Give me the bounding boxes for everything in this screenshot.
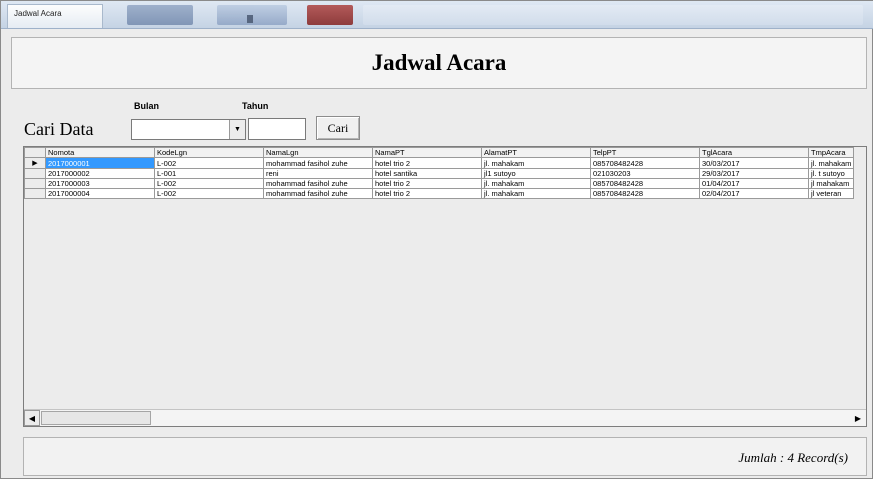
grid-corner[interactable] xyxy=(24,147,46,158)
cell-telppt[interactable]: 021030203 xyxy=(590,168,700,179)
window-tab[interactable]: Jadwal Acara xyxy=(7,4,103,28)
cell-alamatpt[interactable]: jl. mahakam xyxy=(481,178,591,189)
column-header-kodelgn[interactable]: KodeLgn xyxy=(154,147,264,158)
taskbar-strip xyxy=(363,5,863,25)
cell-kodelgn[interactable]: L-002 xyxy=(154,157,264,169)
footer-panel: Jumlah : 4 Record(s) xyxy=(23,437,867,476)
column-header-namapt[interactable]: NamaPT xyxy=(372,147,482,158)
cell-namalgn[interactable]: mohammad fasihol zuhe xyxy=(263,178,373,189)
cell-tglacara[interactable]: 01/04/2017 xyxy=(699,178,809,189)
header-panel: Jadwal Acara xyxy=(11,37,867,89)
cell-nomota[interactable]: 2017000004 xyxy=(45,188,155,199)
scroll-left-icon[interactable]: ◀ xyxy=(24,410,40,426)
cell-tglacara[interactable]: 29/03/2017 xyxy=(699,168,809,179)
cell-alamatpt[interactable]: jl. mahakam xyxy=(481,188,591,199)
cell-nomota[interactable]: 2017000003 xyxy=(45,178,155,189)
app-window: Jadwal Acara Jadwal Acara Bulan Tahun Ca… xyxy=(0,0,873,479)
title-bar: Jadwal Acara xyxy=(1,1,873,29)
row-pointer-icon: ▶ xyxy=(32,160,38,167)
cell-tmpacara[interactable]: jl mahakam xyxy=(807,178,855,189)
cell-kodelgn[interactable]: L-001 xyxy=(154,168,264,179)
cell-namapt[interactable]: hotel santika xyxy=(372,168,482,179)
table-row[interactable]: 2017000002 L-001 reni hotel santika jl1 … xyxy=(24,168,855,179)
bulan-select[interactable]: ▼ xyxy=(131,119,246,140)
cell-tmpacara[interactable]: jl veteran xyxy=(807,188,855,199)
record-count: Jumlah : 4 Record(s) xyxy=(738,450,848,465)
cell-telppt[interactable]: 085708482428 xyxy=(590,188,700,199)
bulan-label: Bulan xyxy=(134,101,160,111)
header-row: Nomota KodeLgn NamaLgn NamaPT AlamatPT T… xyxy=(24,147,855,158)
column-header-tmpacara[interactable]: TmpAcara xyxy=(807,147,855,158)
taskbar-item[interactable] xyxy=(217,5,287,25)
cell-namapt[interactable]: hotel trio 2 xyxy=(372,188,482,199)
chevron-down-icon[interactable]: ▼ xyxy=(229,120,245,139)
horizontal-scrollbar[interactable]: ◀ ▶ xyxy=(24,409,866,426)
cell-namalgn[interactable]: mohammad fasihol zuhe xyxy=(263,157,373,169)
table-row[interactable]: 2017000003 L-002 mohammad fasihol zuhe h… xyxy=(24,178,855,189)
cell-tglacara[interactable]: 30/03/2017 xyxy=(699,157,809,169)
cari-data-label: Cari Data xyxy=(24,119,94,139)
cell-kodelgn[interactable]: L-002 xyxy=(154,178,264,189)
row-selector[interactable] xyxy=(24,168,46,179)
cell-namapt[interactable]: hotel trio 2 xyxy=(372,178,482,189)
column-header-nomota[interactable]: Nomota xyxy=(45,147,155,158)
cell-alamatpt[interactable]: jl1 sutoyo xyxy=(481,168,591,179)
cell-tmpacara[interactable]: jl. t sutoyo xyxy=(807,168,855,179)
cell-alamatpt[interactable]: jl. mahakam xyxy=(481,157,591,169)
row-selector[interactable] xyxy=(24,178,46,189)
cell-namalgn[interactable]: mohammad fasihol zuhe xyxy=(263,188,373,199)
column-header-tglacara[interactable]: TglAcara xyxy=(699,147,809,158)
page-title: Jadwal Acara xyxy=(371,50,507,75)
table-row[interactable]: 2017000004 L-002 mohammad fasihol zuhe h… xyxy=(24,188,855,199)
cell-namalgn[interactable]: reni xyxy=(263,168,373,179)
taskbar-item-icon xyxy=(247,15,253,23)
cell-nomota[interactable]: 2017000002 xyxy=(45,168,155,179)
taskbar-item[interactable] xyxy=(127,5,193,25)
cell-nomota[interactable]: 2017000001 xyxy=(45,157,155,169)
tahun-input[interactable] xyxy=(248,118,306,140)
data-grid[interactable]: Nomota KodeLgn NamaLgn NamaPT AlamatPT T… xyxy=(23,146,867,427)
cell-telppt[interactable]: 085708482428 xyxy=(590,178,700,189)
cell-tglacara[interactable]: 02/04/2017 xyxy=(699,188,809,199)
column-header-alamatpt[interactable]: AlamatPT xyxy=(481,147,591,158)
row-selector[interactable]: ▶ xyxy=(24,157,46,169)
cell-tmpacara[interactable]: jl. mahakam xyxy=(807,157,855,169)
cell-kodelgn[interactable]: L-002 xyxy=(154,188,264,199)
records-table: Nomota KodeLgn NamaLgn NamaPT AlamatPT T… xyxy=(24,147,855,199)
taskbar-item[interactable] xyxy=(307,5,353,25)
scroll-right-icon[interactable]: ▶ xyxy=(850,410,866,426)
column-header-namalgn[interactable]: NamaLgn xyxy=(263,147,373,158)
column-header-telppt[interactable]: TelpPT xyxy=(590,147,700,158)
table-row[interactable]: ▶ 2017000001 L-002 mohammad fasihol zuhe… xyxy=(24,157,855,169)
cari-button[interactable]: Cari xyxy=(316,116,360,140)
row-selector[interactable] xyxy=(24,188,46,199)
scrollbar-thumb[interactable] xyxy=(41,411,151,425)
cell-telppt[interactable]: 085708482428 xyxy=(590,157,700,169)
tahun-label: Tahun xyxy=(242,101,269,111)
cell-namapt[interactable]: hotel trio 2 xyxy=(372,157,482,169)
